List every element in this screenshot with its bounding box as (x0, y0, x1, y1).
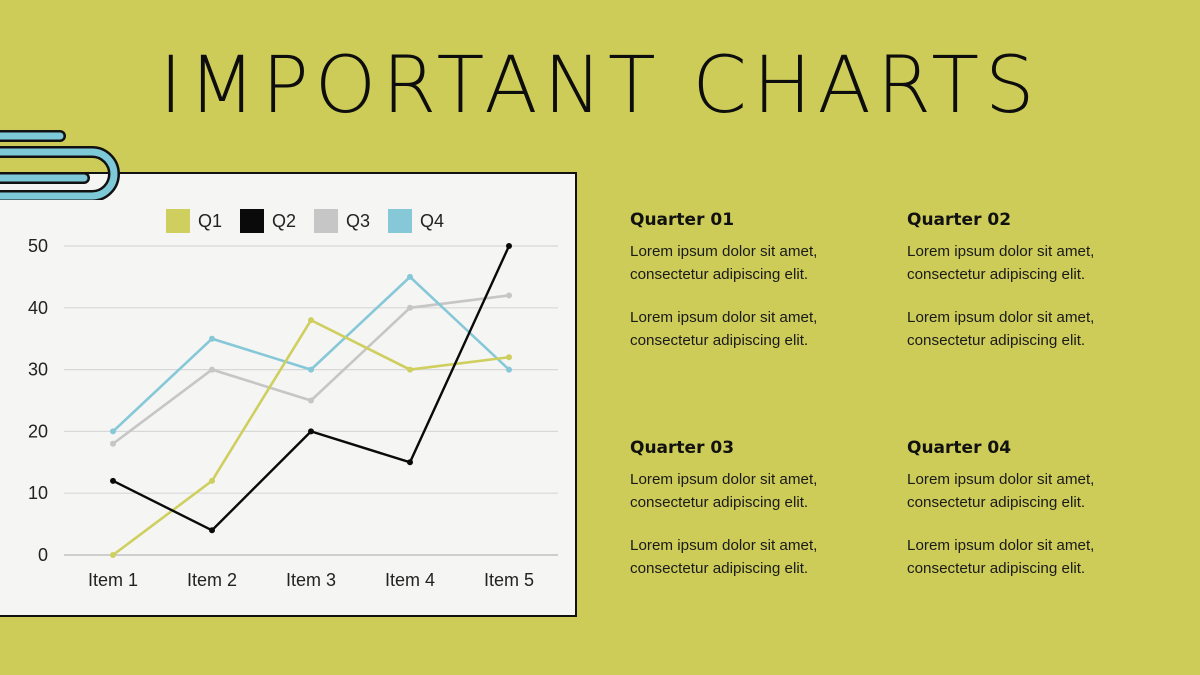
data-point-q4 (506, 366, 512, 373)
quarter-heading: Quarter 04 (907, 438, 1012, 458)
data-point-q2 (506, 243, 512, 249)
x-tick-label: Item 3 (286, 570, 336, 590)
page-title: IMPORTANT CHARTS (159, 41, 1041, 131)
data-point-q2 (407, 459, 413, 466)
y-tick-label: 50 (28, 236, 48, 256)
data-point-q1 (506, 354, 512, 361)
data-point-q3 (110, 440, 116, 447)
quarter-heading: Quarter 02 (907, 210, 1012, 230)
quarter-text: Lorem ipsum dolor sit amet, consectetur … (907, 243, 1095, 283)
y-tick-label: 10 (28, 483, 48, 503)
quarter-02-block: Quarter 02 Lorem ipsum dolor sit amet, c… (907, 210, 1167, 372)
quarter-text: Lorem ipsum dolor sit amet, consectetur … (630, 309, 818, 349)
quarter-text: Lorem ipsum dolor sit amet, consectetur … (907, 309, 1095, 349)
y-tick-label: 0 (38, 545, 48, 565)
data-point-q4 (308, 366, 314, 373)
data-point-q1 (209, 477, 215, 484)
y-tick-label: 20 (28, 421, 48, 441)
line-chart: 0 10 20 30 40 50 Item 1 Item 2 Item 3 Item 4 Item … (28, 236, 558, 590)
data-point-q3 (308, 397, 314, 404)
data-point-q3 (506, 292, 512, 299)
data-point-q4 (110, 428, 116, 435)
data-point-q4 (209, 335, 215, 342)
data-point-q1 (110, 552, 116, 558)
quarter-text: Lorem ipsum dolor sit amet, consectetur … (630, 471, 818, 511)
data-point-q4 (407, 273, 413, 280)
x-tick-label: Item 4 (385, 570, 435, 590)
y-tick-label: 30 (28, 360, 48, 380)
x-tick-label: Item 5 (484, 570, 534, 590)
data-point-q2 (110, 477, 116, 484)
quarter-text: Lorem ipsum dolor sit amet, consectetur … (907, 471, 1095, 511)
quarter-03-block: Quarter 03 Lorem ipsum dolor sit amet, c… (630, 438, 890, 600)
series-line-q2 (112, 245, 511, 532)
x-tick-label: Item 2 (187, 570, 237, 590)
quarter-text: Lorem ipsum dolor sit amet, consectetur … (630, 537, 818, 577)
data-point-q1 (308, 317, 314, 324)
quarter-text: Lorem ipsum dolor sit amet, consectetur … (630, 243, 818, 283)
x-tick-label: Item 1 (88, 570, 138, 590)
quarter-04-block: Quarter 04 Lorem ipsum dolor sit amet, c… (907, 438, 1167, 600)
data-point-q3 (209, 366, 215, 373)
data-point-q2 (308, 428, 314, 435)
series-line-q4 (112, 275, 510, 433)
data-point-q2 (209, 527, 215, 534)
quarter-01-block: Quarter 01 Lorem ipsum dolor sit amet, c… (630, 210, 890, 372)
series-line-q1 (112, 318, 510, 557)
y-tick-label: 40 (28, 298, 48, 318)
quarter-text: Lorem ipsum dolor sit amet, consectetur … (907, 537, 1095, 577)
data-point-q3 (407, 304, 413, 311)
quarter-heading: Quarter 01 (630, 210, 735, 230)
data-point-q1 (407, 366, 413, 373)
quarter-heading: Quarter 03 (630, 438, 735, 458)
